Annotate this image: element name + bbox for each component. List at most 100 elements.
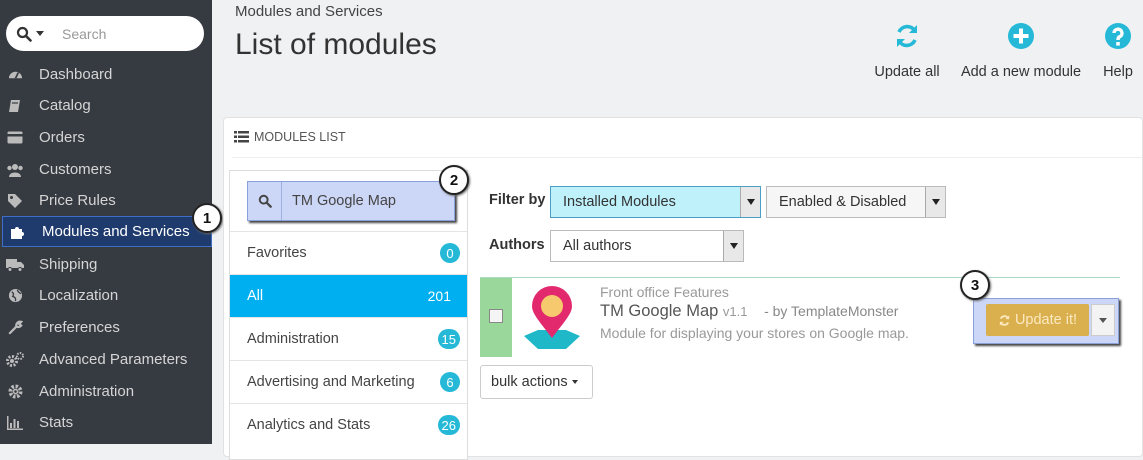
sidebar-item-preferences[interactable]: Preferences bbox=[0, 312, 212, 343]
sidebar-item-advanced-parameters[interactable]: Advanced Parameters bbox=[0, 344, 212, 375]
refresh-icon bbox=[999, 314, 1010, 326]
filter-by-label: Filter by bbox=[489, 192, 546, 208]
users-icon bbox=[6, 161, 24, 179]
category-list: TM Google Map Favorites 0 All 201 Admini… bbox=[229, 170, 468, 460]
module-description: Module for displaying your stores on Goo… bbox=[600, 325, 909, 341]
update-all-label: Update all bbox=[874, 64, 940, 80]
module-name: TM Google Map bbox=[600, 302, 719, 320]
category-label: Administration bbox=[247, 331, 339, 347]
page-title: List of modules bbox=[235, 28, 437, 61]
callout-1: 1 bbox=[192, 203, 222, 233]
map-marker-icon bbox=[524, 286, 580, 349]
sidebar-item-label: Preferences bbox=[39, 319, 120, 336]
sidebar-item-label: Administration bbox=[39, 383, 135, 400]
sidebar-item-administration[interactable]: Administration bbox=[0, 376, 212, 407]
gear-icon bbox=[6, 383, 24, 401]
sidebar-item-orders[interactable]: Orders bbox=[0, 122, 212, 153]
category-label: Favorites bbox=[247, 245, 307, 261]
authors-label: Authors bbox=[489, 237, 545, 253]
panel-heading: MODULES LIST bbox=[234, 130, 346, 144]
sidebar-search[interactable]: Search bbox=[6, 16, 204, 51]
update-it-label: Update it! bbox=[1014, 312, 1078, 328]
sidebar-item-label: Advanced Parameters bbox=[39, 351, 188, 368]
count-badge: 15 bbox=[437, 329, 460, 349]
module-checkbox[interactable] bbox=[489, 309, 503, 323]
module-version: v1.1 bbox=[722, 304, 748, 319]
category-label: All bbox=[247, 288, 264, 304]
bulk-actions-label: bulk actions bbox=[491, 374, 568, 390]
count-badge: 201 bbox=[427, 288, 451, 304]
sidebar-item-label: Shipping bbox=[39, 256, 98, 273]
module-search[interactable]: TM Google Map bbox=[247, 181, 455, 221]
plus-circle-icon bbox=[1008, 23, 1034, 49]
chevron-down-icon[interactable] bbox=[723, 231, 743, 261]
select-value: All authors bbox=[563, 238, 632, 254]
sidebar-item-label: Localization bbox=[39, 287, 119, 304]
add-module-button[interactable]: Add a new module bbox=[955, 22, 1087, 80]
help-button[interactable]: Help bbox=[1098, 22, 1138, 80]
authors-select[interactable]: All authors bbox=[550, 230, 744, 262]
status-filter-select[interactable]: Enabled & Disabled bbox=[766, 186, 946, 218]
sidebar-item-catalog[interactable]: Catalog bbox=[0, 90, 212, 121]
sidebar-item-label: Catalog bbox=[39, 97, 91, 114]
category-administration[interactable]: Administration 15 bbox=[230, 317, 467, 360]
search-input[interactable]: Search bbox=[62, 26, 106, 42]
dashboard-icon bbox=[6, 66, 24, 84]
list-icon bbox=[234, 131, 249, 143]
update-all-button[interactable]: Update all bbox=[868, 22, 946, 80]
bar-chart-icon bbox=[6, 414, 24, 432]
update-it-button[interactable]: Update it! bbox=[986, 304, 1089, 336]
sidebar-item-label: Customers bbox=[39, 161, 112, 178]
panel-heading-label: MODULES LIST bbox=[254, 130, 346, 144]
help-icon bbox=[1105, 23, 1131, 49]
installed-indicator bbox=[480, 278, 512, 357]
sidebar-item-label: Orders bbox=[39, 129, 85, 146]
chevron-down-icon[interactable] bbox=[925, 187, 945, 217]
installed-filter-select[interactable]: Installed Modules bbox=[550, 186, 761, 218]
callout-2: 2 bbox=[439, 165, 469, 195]
search-button[interactable] bbox=[248, 182, 282, 220]
sidebar-item-modules-and-services[interactable]: Modules and Services bbox=[2, 216, 212, 247]
cogs-icon bbox=[6, 351, 24, 369]
credit-card-icon bbox=[6, 129, 24, 147]
module-info: Front office Features TM Google Map v1.1… bbox=[600, 284, 909, 341]
sidebar-item-label: Stats bbox=[39, 414, 74, 431]
category-label: Advertising and Marketing bbox=[247, 374, 415, 390]
category-label: Analytics and Stats bbox=[247, 417, 371, 433]
sidebar-item-shipping[interactable]: Shipping bbox=[0, 249, 212, 280]
module-search-input[interactable]: TM Google Map bbox=[282, 193, 396, 209]
category-advertising-and-marketing[interactable]: Advertising and Marketing 6 bbox=[230, 360, 467, 403]
chevron-down-icon[interactable] bbox=[740, 187, 760, 217]
refresh-icon bbox=[897, 24, 917, 48]
count-badge: 26 bbox=[437, 415, 460, 435]
chevron-down-icon[interactable] bbox=[36, 31, 44, 36]
count-badge: 6 bbox=[440, 372, 460, 392]
count-badge: 0 bbox=[440, 243, 460, 263]
book-icon bbox=[6, 97, 24, 115]
truck-icon bbox=[6, 256, 24, 274]
search-icon[interactable] bbox=[16, 26, 32, 42]
sidebar-item-customers[interactable]: Customers bbox=[0, 154, 212, 185]
module-author: - by TemplateMonster bbox=[764, 303, 899, 319]
puzzle-icon bbox=[9, 223, 27, 241]
module-category: Front office Features bbox=[600, 284, 729, 300]
category-all[interactable]: All 201 bbox=[230, 274, 467, 317]
search-icon bbox=[258, 194, 272, 208]
sidebar-item-price-rules[interactable]: Price Rules bbox=[0, 185, 212, 216]
sidebar: Search Dashboard Catalog Orders Customer… bbox=[0, 0, 212, 444]
module-title: TM Google Map v1.1 - by TemplateMonster bbox=[600, 302, 909, 321]
sidebar-item-dashboard[interactable]: Dashboard bbox=[0, 59, 212, 90]
sidebar-item-label: Modules and Services bbox=[42, 223, 190, 240]
bulk-actions-button[interactable]: bulk actions bbox=[480, 365, 593, 399]
category-favorites[interactable]: Favorites 0 bbox=[230, 231, 467, 274]
update-dropdown-toggle[interactable] bbox=[1091, 304, 1115, 336]
sidebar-item-localization[interactable]: Localization bbox=[0, 280, 212, 311]
caret-down-icon bbox=[572, 374, 578, 390]
select-value: Installed Modules bbox=[563, 194, 676, 210]
sidebar-item-stats[interactable]: Stats bbox=[0, 407, 212, 438]
category-analytics-and-stats[interactable]: Analytics and Stats 26 bbox=[230, 403, 467, 446]
tags-icon bbox=[6, 192, 24, 210]
breadcrumb[interactable]: Modules and Services bbox=[235, 3, 383, 20]
sidebar-item-label: Dashboard bbox=[39, 66, 113, 83]
add-module-label: Add a new module bbox=[960, 64, 1082, 80]
